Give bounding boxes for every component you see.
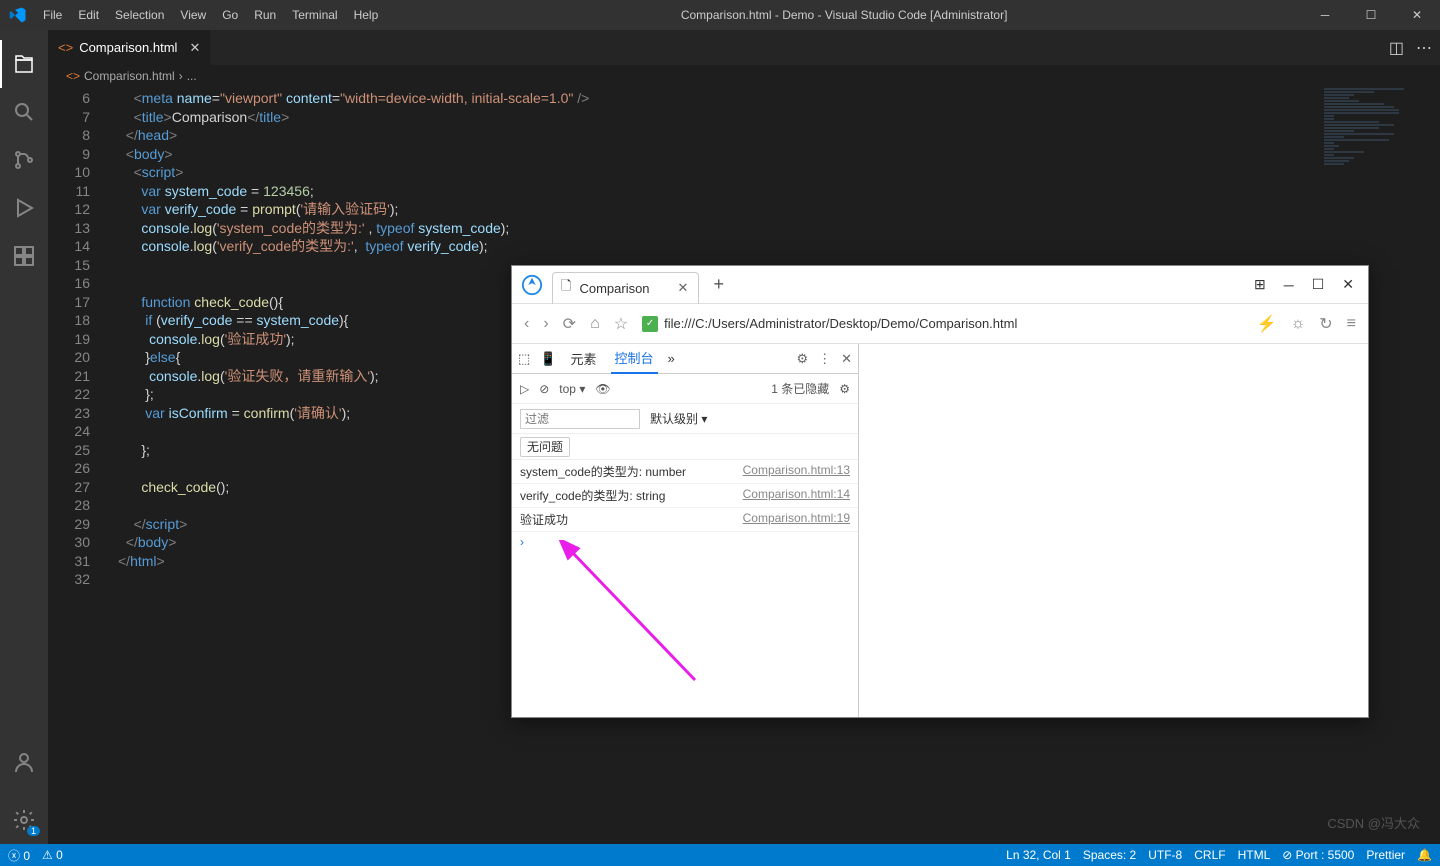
- console-output: system_code的类型为: number Comparison.html:…: [512, 460, 858, 717]
- menu-edit[interactable]: Edit: [70, 8, 107, 22]
- source-link[interactable]: Comparison.html:19: [743, 511, 850, 528]
- split-editor-icon[interactable]: ◫: [1389, 38, 1404, 58]
- new-tab-button[interactable]: +: [713, 274, 724, 295]
- more-actions-icon[interactable]: ⋯: [1416, 38, 1432, 58]
- back-button[interactable]: ‹: [524, 315, 529, 333]
- history-icon[interactable]: ↻: [1319, 314, 1332, 334]
- status-eol[interactable]: CRLF: [1194, 848, 1225, 862]
- devtools: ⬚ 📱 元素 控制台 » ⚙ ⋮ ✕ ▷ ⊘ top ▾ 👁 1 条已隐藏 ⚙: [512, 344, 1368, 717]
- browser-tab-title: Comparison: [579, 281, 649, 296]
- close-button[interactable]: ✕: [1342, 276, 1354, 293]
- maximize-button[interactable]: ☐: [1348, 8, 1394, 22]
- devtools-tabs: ⬚ 📱 元素 控制台 » ⚙ ⋮ ✕: [512, 344, 858, 374]
- explorer-icon[interactable]: [0, 40, 48, 88]
- extensions-icon[interactable]: [0, 232, 48, 280]
- page-content: [859, 344, 1368, 717]
- menu-run[interactable]: Run: [246, 8, 284, 22]
- filter-input[interactable]: [520, 409, 640, 429]
- source-control-icon[interactable]: [0, 136, 48, 184]
- menu-go[interactable]: Go: [214, 8, 246, 22]
- status-bar: ⓧ 0 ⚠ 0 Ln 32, Col 1 Spaces: 2 UTF-8 CRL…: [0, 844, 1440, 866]
- breadcrumb[interactable]: <> Comparison.html › ...: [48, 65, 1440, 87]
- play-icon[interactable]: ▷: [520, 382, 529, 396]
- maximize-button[interactable]: ☐: [1312, 276, 1325, 293]
- theme-icon[interactable]: ☼: [1291, 315, 1306, 333]
- vscode-logo-icon: [0, 6, 35, 24]
- status-liveserver[interactable]: ⊘ Port : 5500: [1282, 848, 1354, 862]
- status-notifications-icon[interactable]: 🔔: [1417, 848, 1432, 862]
- window-title: Comparison.html - Demo - Visual Studio C…: [386, 8, 1302, 22]
- console-row: system_code的类型为: number Comparison.html:…: [512, 460, 858, 484]
- home-button[interactable]: ⌂: [590, 315, 600, 333]
- editor-tabs: <> Comparison.html ✕ ◫ ⋯: [48, 30, 1440, 65]
- status-warnings[interactable]: ⚠ 0: [42, 848, 63, 862]
- status-language[interactable]: HTML: [1238, 848, 1271, 862]
- settings-icon[interactable]: ⚙: [796, 351, 808, 367]
- reload-button[interactable]: ⟳: [563, 314, 576, 334]
- tab-elements[interactable]: 元素: [566, 344, 600, 374]
- clear-icon[interactable]: ⊘: [539, 382, 549, 396]
- watermark: CSDN @冯大众: [1327, 813, 1420, 832]
- tab-close-icon[interactable]: ✕: [678, 280, 689, 296]
- titlebar: File Edit Selection View Go Run Terminal…: [0, 0, 1440, 30]
- menu-bar: File Edit Selection View Go Run Terminal…: [35, 8, 386, 22]
- close-button[interactable]: ✕: [1394, 8, 1440, 22]
- line-numbers: 6789101112131415161718192021222324252627…: [48, 87, 110, 844]
- menu-view[interactable]: View: [172, 8, 214, 22]
- minimize-button[interactable]: ─: [1284, 277, 1294, 293]
- url-input[interactable]: ✓ file:///C:/Users/Administrator/Desktop…: [642, 316, 1243, 332]
- minimize-button[interactable]: ─: [1302, 8, 1348, 22]
- inspect-icon[interactable]: ⬚: [518, 351, 530, 367]
- activity-bar: 1: [0, 30, 48, 844]
- html-icon: <>: [58, 40, 73, 55]
- flash-icon[interactable]: ⚡: [1257, 314, 1277, 334]
- page-icon: 🗋: [561, 277, 571, 299]
- status-encoding[interactable]: UTF-8: [1148, 848, 1182, 862]
- gear-icon[interactable]: ⚙: [839, 382, 850, 396]
- tab-console[interactable]: 控制台: [611, 344, 658, 374]
- browser-window: 🗋 Comparison ✕ + ⊞ ─ ☐ ✕ ‹ › ⟳ ⌂ ☆ ✓ fil…: [511, 265, 1369, 718]
- shield-icon: ✓: [642, 316, 658, 332]
- issues-button[interactable]: 无问题: [520, 437, 570, 457]
- eye-icon[interactable]: 👁: [595, 382, 610, 396]
- settings-icon[interactable]: 1: [0, 796, 48, 844]
- html-icon: <>: [66, 69, 80, 83]
- menu-file[interactable]: File: [35, 8, 70, 22]
- menu-selection[interactable]: Selection: [107, 8, 172, 22]
- search-icon[interactable]: [0, 88, 48, 136]
- tab-label: Comparison.html: [79, 40, 177, 55]
- menu-icon[interactable]: ≡: [1347, 315, 1356, 333]
- device-icon[interactable]: 📱: [540, 351, 556, 367]
- tab-close-icon[interactable]: ✕: [189, 40, 200, 56]
- forward-button[interactable]: ›: [543, 315, 548, 333]
- extensions-icon[interactable]: ⊞: [1254, 276, 1266, 293]
- address-bar: ‹ › ⟳ ⌂ ☆ ✓ file:///C:/Users/Administrat…: [512, 304, 1368, 344]
- bookmark-button[interactable]: ☆: [614, 314, 628, 334]
- menu-terminal[interactable]: Terminal: [284, 8, 345, 22]
- console-row: 验证成功 Comparison.html:19: [512, 508, 858, 532]
- status-prettier[interactable]: Prettier: [1366, 848, 1405, 862]
- account-icon[interactable]: [0, 738, 48, 786]
- close-devtools-icon[interactable]: ✕: [841, 351, 852, 367]
- status-errors[interactable]: ⓧ 0: [8, 847, 30, 864]
- source-link[interactable]: Comparison.html:13: [743, 463, 850, 480]
- hidden-count: 1 条已隐藏: [771, 380, 829, 397]
- context-selector[interactable]: top ▾: [559, 382, 585, 396]
- console-prompt[interactable]: ›: [512, 532, 858, 552]
- browser-tab[interactable]: 🗋 Comparison ✕: [552, 272, 699, 304]
- menu-help[interactable]: Help: [346, 8, 387, 22]
- source-link[interactable]: Comparison.html:14: [743, 487, 850, 504]
- console-row: verify_code的类型为: string Comparison.html:…: [512, 484, 858, 508]
- browser-logo-icon: [512, 274, 552, 296]
- status-spaces[interactable]: Spaces: 2: [1083, 848, 1136, 862]
- run-debug-icon[interactable]: [0, 184, 48, 232]
- tab-comparison-html[interactable]: <> Comparison.html ✕: [48, 30, 211, 65]
- kebab-icon[interactable]: ⋮: [818, 351, 831, 367]
- more-tabs-icon[interactable]: »: [668, 351, 675, 366]
- level-selector[interactable]: 默认级别 ▾: [650, 410, 707, 427]
- status-cursor[interactable]: Ln 32, Col 1: [1006, 848, 1071, 862]
